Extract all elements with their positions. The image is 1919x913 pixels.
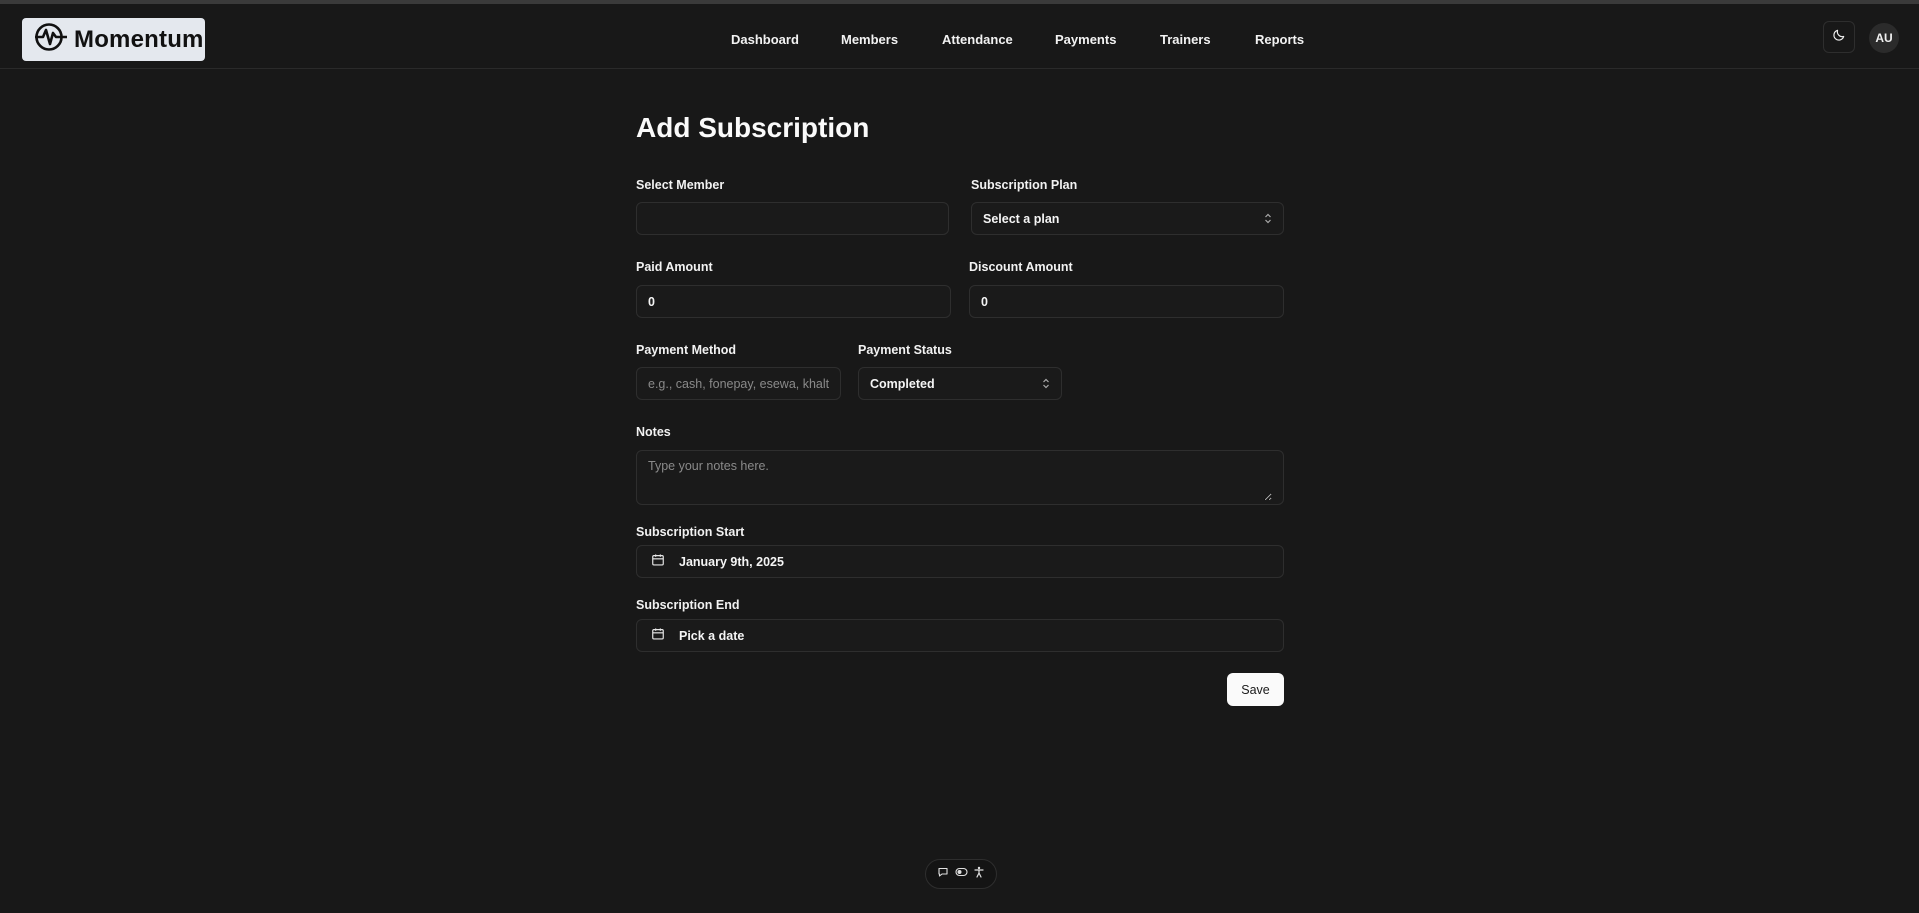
- app-name: Momentum: [74, 25, 204, 53]
- subscription-start-label: Subscription Start: [636, 525, 745, 539]
- payment-method-input[interactable]: [648, 376, 829, 391]
- notes-label: Notes: [636, 425, 671, 439]
- payment-method-field[interactable]: [636, 367, 841, 400]
- chevron-up-down-icon: [1264, 213, 1272, 224]
- paid-amount-field[interactable]: [636, 285, 951, 318]
- select-member-input[interactable]: [648, 211, 937, 226]
- page-title: Add Subscription: [636, 112, 870, 143]
- nav-members[interactable]: Members: [841, 32, 898, 47]
- select-member-field[interactable]: [636, 202, 949, 235]
- subscription-end-value: Pick a date: [679, 628, 745, 643]
- save-button[interactable]: Save: [1227, 673, 1284, 706]
- payment-status-label: Payment Status: [858, 343, 952, 357]
- pulse-logo-icon: [34, 22, 68, 57]
- calendar-icon: [651, 627, 665, 644]
- subscription-plan-select[interactable]: Select a plan: [971, 202, 1284, 235]
- floating-toolbar: [925, 859, 997, 889]
- chevron-up-down-icon: [1042, 378, 1050, 389]
- nav-dashboard[interactable]: Dashboard: [731, 32, 799, 47]
- theme-toggle-button[interactable]: [1823, 21, 1855, 53]
- nav-payments[interactable]: Payments: [1055, 32, 1116, 47]
- select-member-label: Select Member: [636, 178, 725, 192]
- paid-amount-label: Paid Amount: [636, 260, 713, 274]
- payment-method-label: Payment Method: [636, 343, 737, 357]
- discount-amount-label: Discount Amount: [969, 260, 1073, 274]
- nav-trainers[interactable]: Trainers: [1160, 32, 1211, 47]
- moon-icon: [1832, 28, 1846, 47]
- discount-amount-input[interactable]: [981, 294, 1272, 309]
- subscription-end-label: Subscription End: [636, 598, 740, 612]
- nav-attendance[interactable]: Attendance: [942, 32, 1013, 47]
- toggle-icon[interactable]: [954, 865, 968, 883]
- nav-reports[interactable]: Reports: [1255, 32, 1304, 47]
- subscription-start-picker[interactable]: January 9th, 2025: [636, 545, 1284, 578]
- discount-amount-field[interactable]: [969, 285, 1284, 318]
- app-logo[interactable]: Momentum: [22, 18, 205, 61]
- user-avatar[interactable]: AU: [1869, 23, 1899, 53]
- notes-textarea[interactable]: [648, 459, 1272, 501]
- subscription-plan-label: Subscription Plan: [971, 178, 1078, 192]
- payment-status-value: Completed: [870, 376, 935, 391]
- paid-amount-input[interactable]: [648, 294, 939, 309]
- subscription-start-value: January 9th, 2025: [679, 554, 784, 569]
- subscription-end-picker[interactable]: Pick a date: [636, 619, 1284, 652]
- calendar-icon: [651, 553, 665, 570]
- subscription-plan-value: Select a plan: [983, 211, 1060, 226]
- accessibility-icon[interactable]: [973, 865, 985, 883]
- payment-status-select[interactable]: Completed: [858, 367, 1062, 400]
- chat-icon[interactable]: [937, 865, 949, 883]
- notes-field[interactable]: [636, 450, 1284, 505]
